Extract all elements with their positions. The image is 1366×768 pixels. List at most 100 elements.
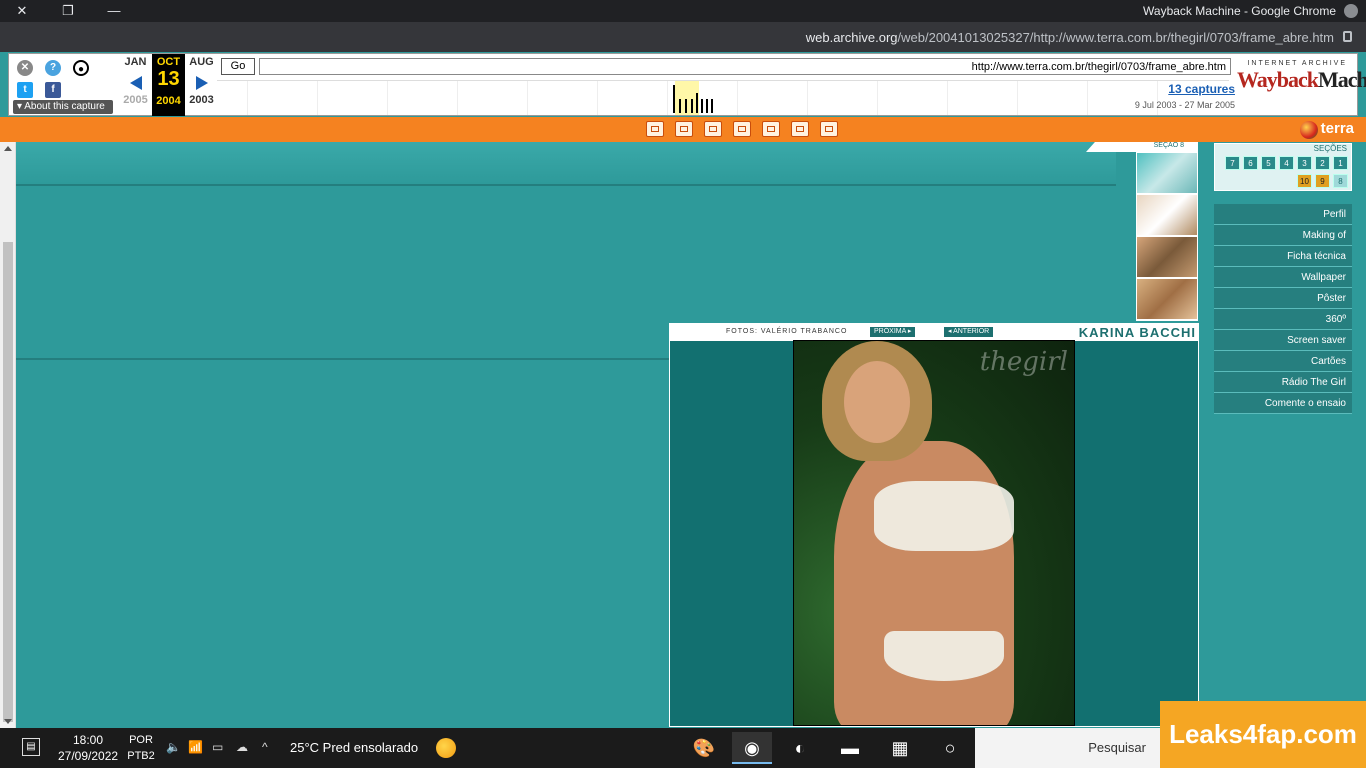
capture-bar [706,99,708,113]
language-indicator[interactable]: POR PTB2 [124,732,158,764]
menu-item-comente[interactable]: Comente o ensaio [1214,393,1352,414]
shop-icon[interactable] [646,121,664,137]
logo-word-2: Machine [1318,67,1366,92]
prev-month-cell[interactable]: AUG 2003 [185,54,218,116]
task-view-icon[interactable]: ▦ [880,732,920,764]
photo-figure-bottom [884,631,1004,681]
menu-item-wallpaper[interactable]: Wallpaper [1214,267,1352,288]
next-photo-button[interactable]: PRÓXIMA ▸ [870,327,916,337]
photo-thumbnail[interactable] [1137,195,1197,235]
news-icon[interactable] [791,121,809,137]
current-day-label: 13 [157,68,180,90]
photo-credit: FOTOS: VALÉRIO TRABANCO [726,328,848,335]
minimize-icon[interactable]: — [92,0,136,22]
prev-photo-button[interactable]: ◂ ANTERIOR [944,327,994,337]
prev-arrow-icon[interactable] [195,76,208,90]
secao-number[interactable]: 7 [1225,156,1240,170]
edge-app-icon[interactable]: ◐ [780,732,820,764]
captures-link[interactable]: 13 captures [1168,82,1235,96]
clock-date: 27/09/2022 [58,749,119,763]
logo-wordmark: WaybackMachine [1237,67,1366,93]
facebook-icon[interactable]: f [45,82,61,98]
year-divider [247,81,248,115]
weather-icon[interactable] [436,738,456,758]
cart-icon[interactable] [675,121,693,137]
menu-item-perfil[interactable]: Perfil [1214,204,1352,225]
year-divider [457,81,458,115]
onedrive-icon[interactable]: ☁ [236,740,248,754]
month-navigator: JAN 2005 OCT 13 2004 AUG 2003 [119,54,219,116]
close-icon[interactable]: ✕ [0,0,44,22]
capture-bar [679,99,681,113]
secao-number[interactable]: 4 [1279,156,1294,170]
capture-bar [673,85,675,113]
photo-thumbnail[interactable] [1137,237,1197,277]
menu-item-cartoes[interactable]: Cartões [1214,351,1352,372]
go-button[interactable]: Go [221,58,255,75]
menu-item-screen-saver[interactable]: Screen saver [1214,330,1352,351]
terra-logo[interactable]: terra [1321,120,1354,137]
battery-icon[interactable]: ▭ [212,740,223,754]
address-bar[interactable]: web.archive.org/web/20041013025327/http:… [0,22,1366,52]
url-text[interactable]: web.archive.org/web/20041013025327/http:… [806,30,1334,45]
menu-item-making-of[interactable]: Making of [1214,225,1352,246]
year-divider [807,81,808,115]
user-icon[interactable]: ● [73,60,89,76]
secao-number[interactable]: 2 [1315,156,1330,170]
about-capture-button[interactable]: ▾ About this capture [13,100,113,114]
photo-thumbnail[interactable] [1137,279,1197,319]
scroll-down-arrow[interactable] [4,719,12,724]
next-arrow-icon[interactable] [129,76,142,90]
capture-sparkline[interactable] [217,80,1229,115]
chat-icon[interactable] [733,121,751,137]
secao-number[interactable]: 9 [1315,174,1330,188]
lock-icon[interactable] [1343,31,1352,42]
wayback-toolbar: ✕ ? ● t f ▾ About this capture JAN 2005 … [8,53,1366,116]
secao-number[interactable]: 10 [1297,174,1312,188]
year-divider [527,81,528,115]
help-icon[interactable]: ? [45,60,61,76]
scroll-up-arrow[interactable] [4,146,12,151]
capture-bar [696,93,698,113]
secao-number[interactable]: 6 [1243,156,1258,170]
secao-number[interactable]: 1 [1333,156,1348,170]
volume-icon[interactable]: 🔈 [166,740,181,754]
next-month-cell[interactable]: JAN 2005 [119,54,152,116]
secao-number[interactable]: 5 [1261,156,1276,170]
menu-item-360[interactable]: 360º [1214,309,1352,330]
close-wayback-icon[interactable]: ✕ [17,60,33,76]
wayback-logo[interactable]: INTERNET ARCHIVE WaybackMachine [1237,60,1366,100]
cortana-icon[interactable]: ○ [930,732,970,764]
network-icon[interactable]: 📶 [188,740,203,754]
secoes-title: SEÇÕES [1313,144,1347,153]
secao-number[interactable]: 3 [1297,156,1312,170]
tray-expand-icon[interactable]: ^ [262,740,268,754]
menu-item-ficha-tecnica[interactable]: Ficha técnica [1214,246,1352,267]
system-clock[interactable]: 18:00 27/09/2022 [58,732,118,764]
paint-app-icon[interactable]: 🎨 [684,732,724,764]
wayback-url-input[interactable] [259,58,1231,75]
capture-bar [711,99,713,113]
photo-thumbnail[interactable] [1137,153,1197,193]
menu-item-poster[interactable]: Pôster [1214,288,1352,309]
main-photo: thegirl [793,340,1075,726]
year-divider [1017,81,1018,115]
photo-watermark: thegirl [979,347,1068,377]
scroll-thumb[interactable] [3,242,13,722]
url-path: /web/20041013025327/http://www.terra.com… [897,30,1334,45]
file-explorer-icon[interactable]: ▬ [830,732,870,764]
keyboard-layout: PTB2 [127,750,155,762]
tv-icon[interactable] [820,121,838,137]
mail-icon[interactable] [704,121,722,137]
weather-text[interactable]: 25°C Pred ensolarado [290,740,418,755]
page-scrollbar[interactable] [0,142,16,728]
radio-icon[interactable] [762,121,780,137]
twitter-icon[interactable]: t [17,82,33,98]
maximize-icon[interactable]: ❐ [46,0,90,22]
chrome-app-icon[interactable]: ◉ [732,732,772,764]
secao-number-active[interactable]: 8 [1333,174,1348,188]
capture-date-range: 9 Jul 2003 - 27 Mar 2005 [1134,100,1235,110]
notification-icon[interactable]: ▤ [22,738,40,756]
prev-month-label: AUG [189,56,214,68]
menu-item-radio[interactable]: Rádio The Girl [1214,372,1352,393]
